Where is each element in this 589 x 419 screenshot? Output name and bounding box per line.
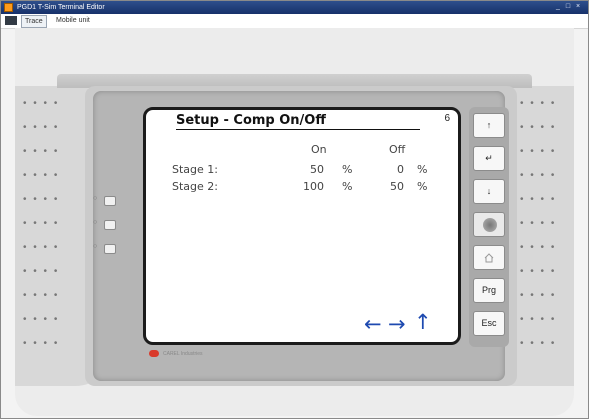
menu-item-trace[interactable]: Trace — [21, 15, 47, 28]
nav-back-arrow[interactable]: ← — [364, 313, 382, 335]
led-1 — [104, 196, 116, 206]
nav-forward-arrow[interactable]: → — [388, 313, 406, 335]
led-3-dot: ○ — [93, 243, 98, 250]
header-off: Off — [389, 143, 406, 156]
led-3 — [104, 244, 116, 254]
menu-item-mobile-unit[interactable]: Mobile unit — [53, 15, 93, 26]
app-window: PGD1 T-Sim Terminal Editor _ □ × Trace M… — [0, 0, 589, 419]
menu-bar: Trace Mobile unit — [1, 14, 588, 29]
minimize-icon[interactable]: _ — [554, 2, 562, 12]
stage-1-on-unit: % — [342, 163, 353, 176]
title-underline — [176, 129, 420, 130]
down-key[interactable]: ↓ — [473, 179, 505, 204]
prg-key[interactable]: Prg — [473, 278, 505, 303]
stage-2-on-unit: % — [342, 180, 353, 193]
app-icon — [4, 3, 13, 12]
stage-2-off-unit: % — [417, 180, 428, 193]
stage-2-on-value: 100 — [303, 180, 324, 193]
home-icon — [484, 253, 494, 263]
up-key[interactable]: ↑ — [473, 113, 505, 138]
alarm-key[interactable] — [473, 212, 505, 237]
header-on: On — [311, 143, 327, 156]
nav-up-arrow[interactable]: ↑ — [414, 311, 432, 333]
brand-logo — [149, 350, 159, 357]
window-title: PGD1 T-Sim Terminal Editor — [17, 4, 105, 11]
left-grip-dots: • • • • • • • • • • • • • • • • • • • • … — [23, 98, 60, 349]
stage-1-label: Stage 1: — [172, 163, 218, 176]
stage-1-on-value: 50 — [310, 163, 324, 176]
esc-key[interactable]: Esc — [473, 311, 505, 336]
brand-label: CAREL Industries — [163, 351, 203, 357]
page-number: 6 — [444, 113, 450, 124]
toolbar-icon[interactable] — [5, 16, 17, 25]
keypad: ↑ ↵ ↓ Prg Esc — [469, 107, 509, 347]
title-bar: PGD1 T-Sim Terminal Editor _ □ × — [1, 1, 588, 14]
screen-title: Setup - Comp On/Off — [176, 113, 326, 128]
led-1-dot: ○ — [93, 195, 98, 202]
stage-1-off-value: 0 — [397, 163, 404, 176]
home-key[interactable] — [473, 245, 505, 270]
stage-1-off-unit: % — [417, 163, 428, 176]
led-2 — [104, 220, 116, 230]
stage-2-off-value: 50 — [390, 180, 404, 193]
alarm-blob-icon — [483, 218, 497, 232]
close-icon[interactable]: × — [574, 2, 582, 12]
lcd-screen: Setup - Comp On/Off 6 On Off Stage 1: 50… — [143, 107, 461, 345]
led-2-dot: ○ — [93, 219, 98, 226]
enter-key[interactable]: ↵ — [473, 146, 505, 171]
maximize-icon[interactable]: □ — [564, 2, 572, 12]
stage-2-label: Stage 2: — [172, 180, 218, 193]
right-grip-dots: • • • • • • • • • • • • • • • • • • • • … — [520, 98, 557, 349]
